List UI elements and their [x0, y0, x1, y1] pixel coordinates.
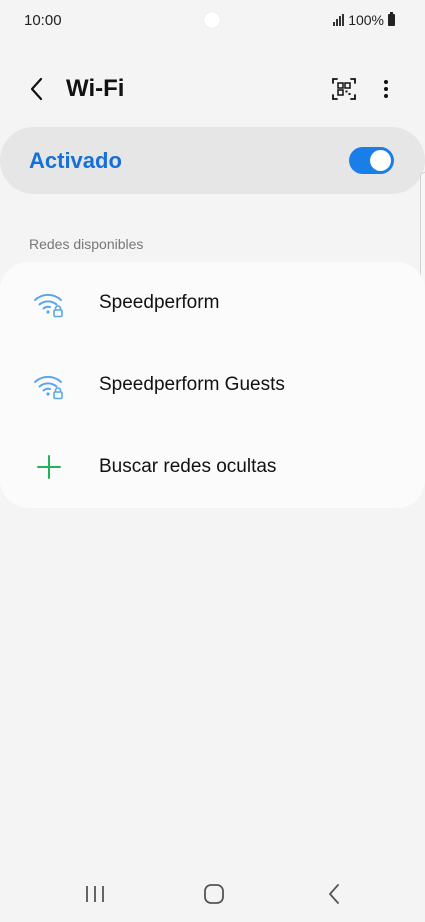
signal-icon: [333, 14, 345, 26]
back-icon[interactable]: [321, 882, 347, 906]
home-icon[interactable]: [201, 882, 227, 906]
navigation-bar: [0, 870, 425, 922]
status-indicators: 100%: [333, 12, 395, 28]
battery-level: 100%: [348, 12, 384, 28]
more-options-button[interactable]: [374, 74, 398, 104]
list-item-add-hidden-network[interactable]: Buscar redes ocultas: [0, 426, 425, 508]
status-time: 10:00: [24, 12, 62, 29]
list-item-network-speedperform-guests[interactable]: Speedperform Guests: [0, 344, 425, 426]
wifi-lock-icon: [34, 375, 63, 400]
app-header: Wi-Fi: [0, 66, 425, 112]
status-bar: 10:00 100%: [0, 0, 425, 40]
qr-code-button[interactable]: [330, 74, 358, 104]
network-name: Speedperform Guests: [99, 374, 285, 395]
section-label-available-networks: Redes disponibles: [29, 236, 144, 252]
back-button[interactable]: [24, 74, 52, 104]
wifi-switch-label: Activado: [29, 148, 122, 173]
wifi-lock-icon: [34, 293, 63, 318]
wifi-master-switch[interactable]: Activado: [0, 127, 425, 194]
battery-icon: [388, 12, 395, 26]
plus-icon: [37, 455, 61, 479]
recent-apps-icon[interactable]: [82, 882, 108, 906]
camera-cutout: [204, 12, 220, 28]
chevron-left-icon: [30, 77, 43, 101]
add-network-label: Buscar redes ocultas: [99, 456, 277, 477]
page-title: Wi-Fi: [66, 75, 125, 102]
toggle-knob: [370, 150, 391, 171]
list-item-network-speedperform[interactable]: Speedperform: [0, 262, 425, 344]
qr-code-scan-icon: [332, 78, 356, 100]
wifi-toggle[interactable]: [349, 147, 394, 174]
network-list: Speedperform Speedperform Guests Buscar …: [0, 262, 425, 508]
network-name: Speedperform: [99, 292, 220, 313]
more-vertical-icon: [384, 80, 388, 98]
